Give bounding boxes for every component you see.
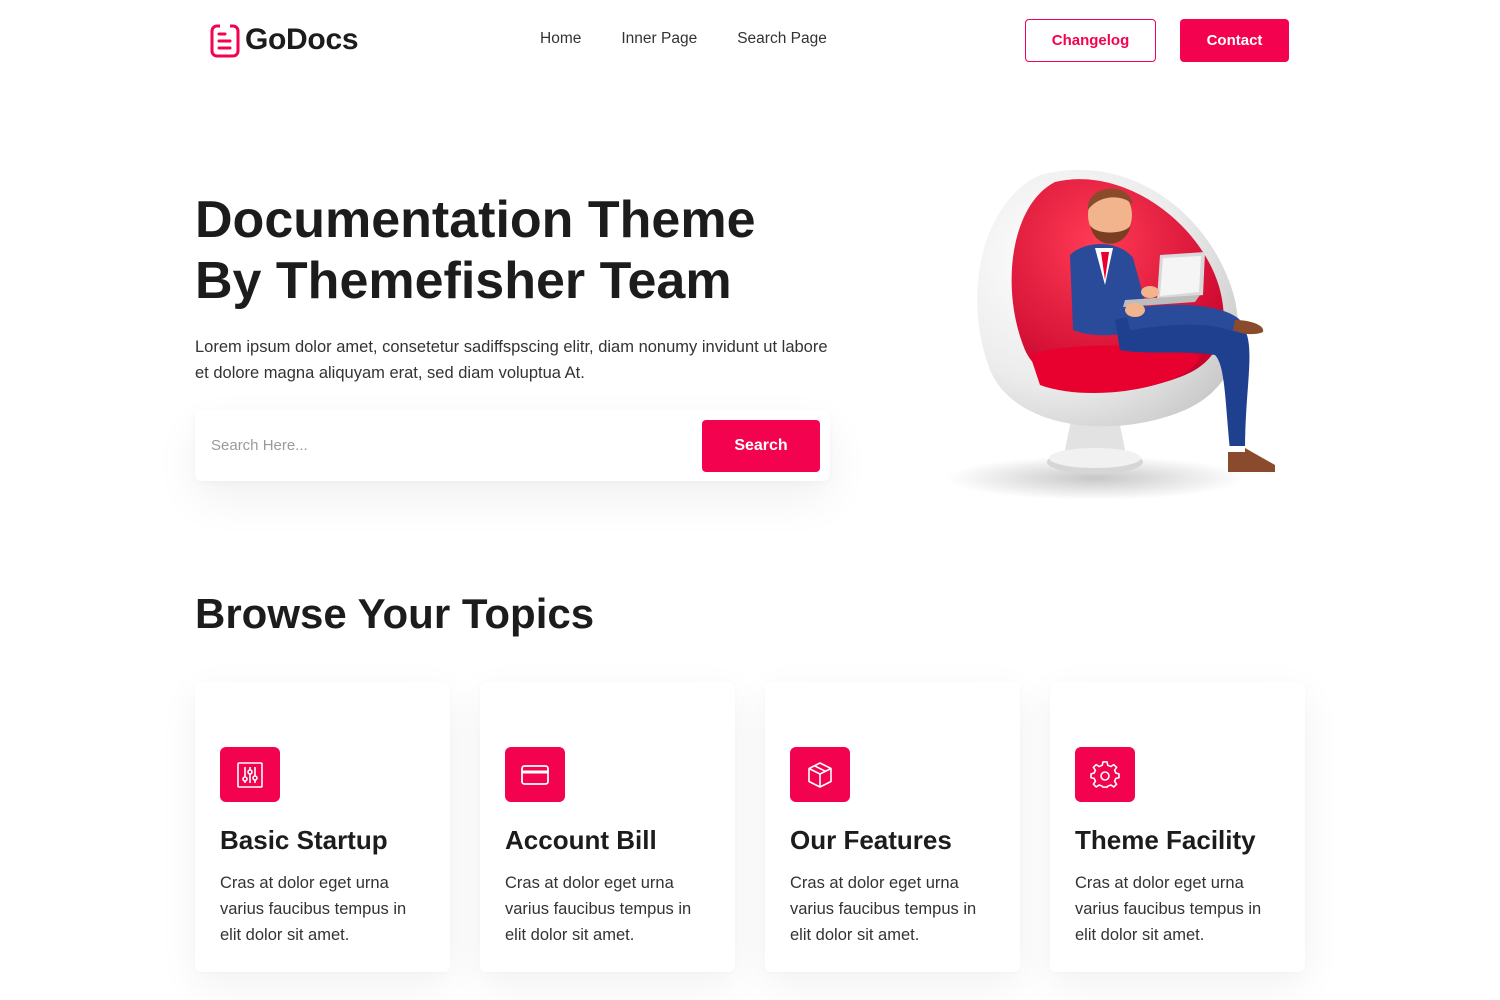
card-title: Our Features xyxy=(790,825,952,855)
card-title: Account Bill xyxy=(505,825,657,855)
logo-text: GoDocs xyxy=(245,23,359,56)
nav-inner-page[interactable]: Inner Page xyxy=(621,30,697,48)
logo[interactable]: GoDocs xyxy=(210,22,359,58)
card-description: Cras at dolor eget urna varius faucibus … xyxy=(790,874,977,944)
search-input[interactable] xyxy=(195,410,695,481)
search-button[interactable]: Search xyxy=(702,420,820,472)
hero-illustration xyxy=(945,169,1275,500)
card-description: Cras at dolor eget urna varius faucibus … xyxy=(505,874,692,944)
topic-card-our-features[interactable]: Our Features Cras at dolor eget urna var… xyxy=(765,682,1020,972)
card-title: Theme Facility xyxy=(1075,825,1256,855)
card-title: Basic Startup xyxy=(220,825,388,855)
card-description: Cras at dolor eget urna varius faucibus … xyxy=(220,874,407,944)
sliders-icon xyxy=(220,747,280,802)
hero-title: Documentation Theme By Themefisher Team xyxy=(195,191,756,310)
topic-card-account-bill[interactable]: Account Bill Cras at dolor eget urna var… xyxy=(480,682,735,972)
document-logo-icon xyxy=(210,22,240,58)
changelog-button[interactable]: Changelog xyxy=(1025,19,1156,62)
topic-card-theme-facility[interactable]: Theme Facility Cras at dolor eget urna v… xyxy=(1050,682,1305,972)
nav-search-page[interactable]: Search Page xyxy=(737,30,827,48)
topic-card-basic-startup[interactable]: Basic Startup Cras at dolor eget urna va… xyxy=(195,682,450,972)
hero-description: Lorem ipsum dolor amet, consetetur sadif… xyxy=(195,338,828,382)
card-description: Cras at dolor eget urna varius faucibus … xyxy=(1075,874,1262,944)
contact-button[interactable]: Contact xyxy=(1180,19,1289,62)
box-icon xyxy=(790,747,850,802)
site-header: GoDocs Home Inner Page Search Page Chang… xyxy=(0,0,1500,80)
credit-card-icon xyxy=(505,747,565,802)
main-nav: Home Inner Page Search Page xyxy=(540,30,867,48)
topic-cards: Basic Startup Cras at dolor eget urna va… xyxy=(195,682,1305,972)
section-title: Browse Your Topics xyxy=(195,590,595,637)
search-box: Search xyxy=(195,410,830,481)
gear-icon xyxy=(1075,747,1135,802)
nav-home[interactable]: Home xyxy=(540,30,581,48)
